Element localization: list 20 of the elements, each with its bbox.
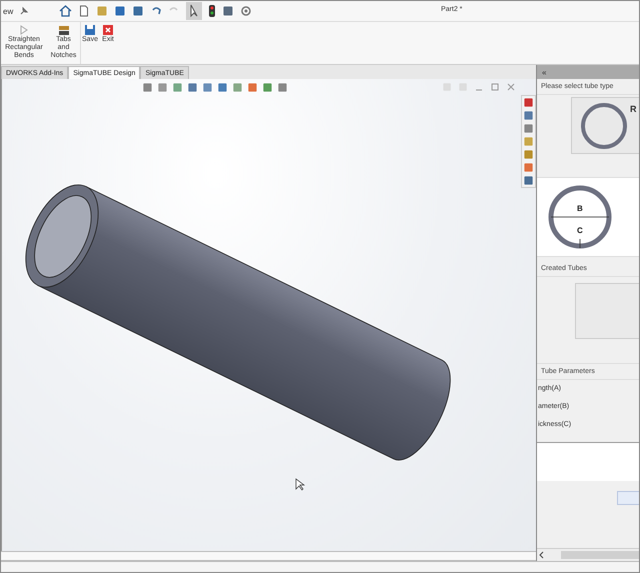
scrollbar-thumb[interactable]	[561, 551, 639, 559]
round-tube-icon	[580, 102, 628, 150]
tube-type-option[interactable]: R	[571, 97, 639, 154]
ring-diagram-icon	[547, 184, 613, 250]
new-document-icon[interactable]	[78, 5, 90, 17]
pointer-icon[interactable]	[186, 2, 202, 20]
tube-type-label: R	[630, 104, 636, 114]
maximize-icon[interactable]	[490, 82, 500, 92]
menu-text[interactable]: ew	[3, 6, 14, 16]
input-area[interactable]	[537, 442, 639, 481]
pin-icon[interactable]	[19, 6, 30, 16]
collapse-button[interactable]: «	[537, 65, 639, 79]
traffic-light-icon[interactable]	[208, 5, 216, 17]
settings-icon[interactable]	[240, 5, 252, 17]
dimension-label: C	[577, 226, 583, 235]
horizontal-scrollbar[interactable]	[1, 551, 536, 561]
close-icon[interactable]	[506, 82, 516, 92]
mouse-cursor-icon	[296, 478, 306, 491]
dimension-label: B	[577, 204, 583, 213]
undo-icon[interactable]	[150, 5, 162, 17]
